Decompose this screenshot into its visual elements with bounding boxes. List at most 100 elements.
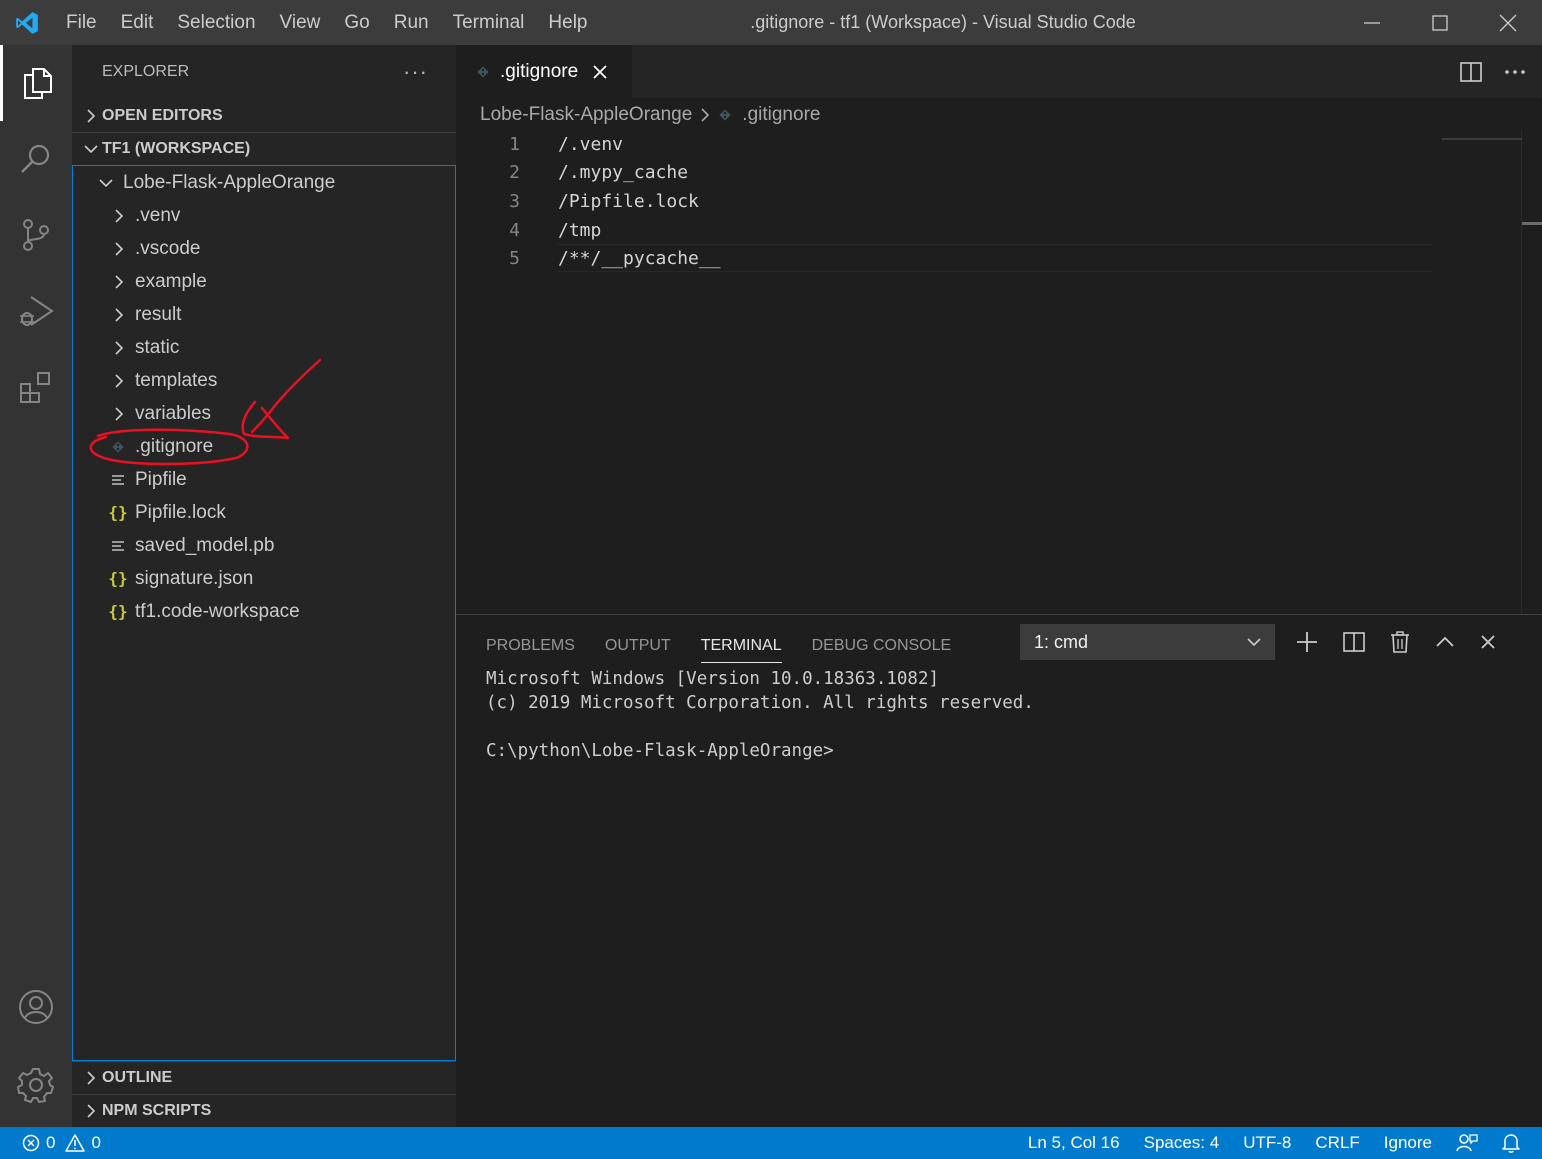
open-editors-section[interactable]: OPEN EDITORS xyxy=(72,99,456,132)
notifications-bell-icon[interactable] xyxy=(1490,1127,1542,1159)
code-editor[interactable]: 1 /.venv 2 /.mypy_cache 3 /Pipfile.lock … xyxy=(456,130,1542,273)
menu-edit[interactable]: Edit xyxy=(109,0,166,45)
tree-folder-result[interactable]: result xyxy=(73,298,455,331)
indentation[interactable]: Spaces: 4 xyxy=(1132,1127,1232,1159)
tree-file-saved-model[interactable]: saved_model.pb xyxy=(73,529,455,562)
editor-scrollbar-track[interactable] xyxy=(1521,130,1522,614)
close-panel-icon[interactable] xyxy=(1480,634,1496,650)
chevron-right-icon xyxy=(108,241,130,256)
menu-terminal[interactable]: Terminal xyxy=(441,0,537,45)
tree-folder-vscode[interactable]: .vscode xyxy=(73,232,455,265)
end-of-line[interactable]: CRLF xyxy=(1303,1127,1371,1159)
account-icon xyxy=(19,990,53,1024)
tree-folder-example[interactable]: example xyxy=(73,265,455,298)
tab-output[interactable]: OUTPUT xyxy=(605,629,671,663)
menu-selection[interactable]: Selection xyxy=(165,0,267,45)
tree-folder-static[interactable]: static xyxy=(73,331,455,364)
line-text: /.mypy_cache xyxy=(558,162,689,184)
menu-file[interactable]: File xyxy=(54,0,109,45)
git-icon xyxy=(718,108,732,122)
chevron-right-icon xyxy=(108,340,130,355)
cursor-position[interactable]: Ln 5, Col 16 xyxy=(1016,1127,1132,1159)
status-right: Ln 5, Col 16 Spaces: 4 UTF-8 CRLF Ignore xyxy=(1016,1127,1542,1159)
line-text: /**/__pycache__ xyxy=(558,248,721,270)
editor-tab-gitignore[interactable]: .gitignore xyxy=(456,45,632,98)
problems-status[interactable]: 0 0 xyxy=(0,1133,101,1153)
extensions-view-button[interactable] xyxy=(0,349,72,425)
trash-icon[interactable] xyxy=(1390,631,1410,653)
code-line: 5 /**/__pycache__ xyxy=(456,244,1542,273)
split-terminal-icon[interactable] xyxy=(1343,632,1365,652)
menu-go[interactable]: Go xyxy=(332,0,381,45)
explorer-header: EXPLORER ··· xyxy=(72,45,456,99)
more-actions-icon[interactable] xyxy=(1504,69,1526,75)
gear-icon xyxy=(17,1068,54,1103)
feedback-icon[interactable] xyxy=(1444,1127,1490,1159)
manage-settings-button[interactable] xyxy=(0,1047,72,1123)
tree-file-workspace[interactable]: {} tf1.code-workspace xyxy=(73,595,455,628)
tree-file-signature-json[interactable]: {} signature.json xyxy=(73,562,455,595)
root-folder-label: Lobe-Flask-AppleOrange xyxy=(123,171,336,193)
file-label: .gitignore xyxy=(135,435,214,457)
chevron-right-icon xyxy=(80,1071,102,1085)
warning-count: 0 xyxy=(91,1133,101,1152)
tree-file-pipfile-lock[interactable]: {} Pipfile.lock xyxy=(73,496,455,529)
new-terminal-icon[interactable] xyxy=(1296,631,1318,653)
breadcrumb: Lobe-Flask-AppleOrange .gitignore xyxy=(480,100,820,130)
close-tab-icon[interactable] xyxy=(592,64,608,80)
terminal-output[interactable]: Microsoft Windows [Version 10.0.18363.10… xyxy=(486,667,1034,763)
accounts-button[interactable] xyxy=(0,969,72,1045)
folder-label: templates xyxy=(135,369,218,391)
close-window-button[interactable] xyxy=(1474,0,1542,45)
breadcrumb-file[interactable]: .gitignore xyxy=(742,104,820,126)
npm-scripts-section[interactable]: NPM SCRIPTS xyxy=(72,1094,456,1127)
explorer-view-button[interactable] xyxy=(0,45,72,121)
chevron-down-icon xyxy=(1247,637,1261,647)
line-number: 2 xyxy=(509,162,520,184)
outline-section[interactable]: OUTLINE xyxy=(72,1061,456,1094)
run-debug-view-button[interactable] xyxy=(0,273,72,349)
tab-problems[interactable]: PROBLEMS xyxy=(486,629,575,663)
scrollbar-cursor-marker xyxy=(1522,222,1542,225)
code-line: 3 /Pipfile.lock xyxy=(456,187,1542,216)
tree-folder-templates[interactable]: templates xyxy=(73,364,455,397)
explorer-more-actions-icon[interactable]: ··· xyxy=(403,59,428,85)
tree-folder-venv[interactable]: .venv xyxy=(73,199,455,232)
chevron-right-icon xyxy=(700,108,710,122)
tree-folder-variables[interactable]: variables xyxy=(73,397,455,430)
sidebar-bottom-sections: OUTLINE NPM SCRIPTS xyxy=(72,1061,456,1127)
menu-help[interactable]: Help xyxy=(536,0,599,45)
line-number: 3 xyxy=(509,190,520,212)
line-number: 5 xyxy=(509,248,520,270)
code-line: 1 /.venv xyxy=(456,130,1542,159)
minimize-button[interactable] xyxy=(1338,0,1406,45)
minimap[interactable] xyxy=(1442,138,1522,140)
tab-debug-console[interactable]: DEBUG CONSOLE xyxy=(812,629,952,663)
chevron-right-icon xyxy=(108,307,130,322)
maximize-button[interactable] xyxy=(1406,0,1474,45)
close-icon xyxy=(1499,14,1517,31)
vscode-logo-icon xyxy=(0,0,54,45)
editor-actions xyxy=(1460,45,1526,98)
encoding[interactable]: UTF-8 xyxy=(1231,1127,1303,1159)
maximize-panel-icon[interactable] xyxy=(1435,636,1455,648)
breadcrumb-folder[interactable]: Lobe-Flask-AppleOrange xyxy=(480,104,692,126)
chevron-right-icon xyxy=(80,108,102,123)
explorer-title: EXPLORER xyxy=(102,63,190,80)
search-view-button[interactable] xyxy=(0,121,72,197)
editor-tab-bar: .gitignore xyxy=(456,45,1542,98)
run-debug-icon xyxy=(20,296,54,326)
tree-root-folder[interactable]: Lobe-Flask-AppleOrange xyxy=(73,166,455,199)
menu-run[interactable]: Run xyxy=(382,0,441,45)
terminal-select[interactable]: 1: cmd xyxy=(1020,624,1275,660)
source-control-view-button[interactable] xyxy=(0,197,72,273)
workspace-section[interactable]: TF1 (WORKSPACE) xyxy=(72,132,456,165)
menu-view[interactable]: View xyxy=(268,0,333,45)
file-label: tf1.code-workspace xyxy=(135,600,300,622)
folder-label: example xyxy=(135,270,207,292)
language-mode[interactable]: Ignore xyxy=(1372,1127,1444,1159)
tree-file-pipfile[interactable]: Pipfile xyxy=(73,463,455,496)
tab-terminal[interactable]: TERMINAL xyxy=(700,629,782,663)
tree-file-gitignore[interactable]: .gitignore xyxy=(73,430,455,463)
split-editor-icon[interactable] xyxy=(1460,61,1482,82)
